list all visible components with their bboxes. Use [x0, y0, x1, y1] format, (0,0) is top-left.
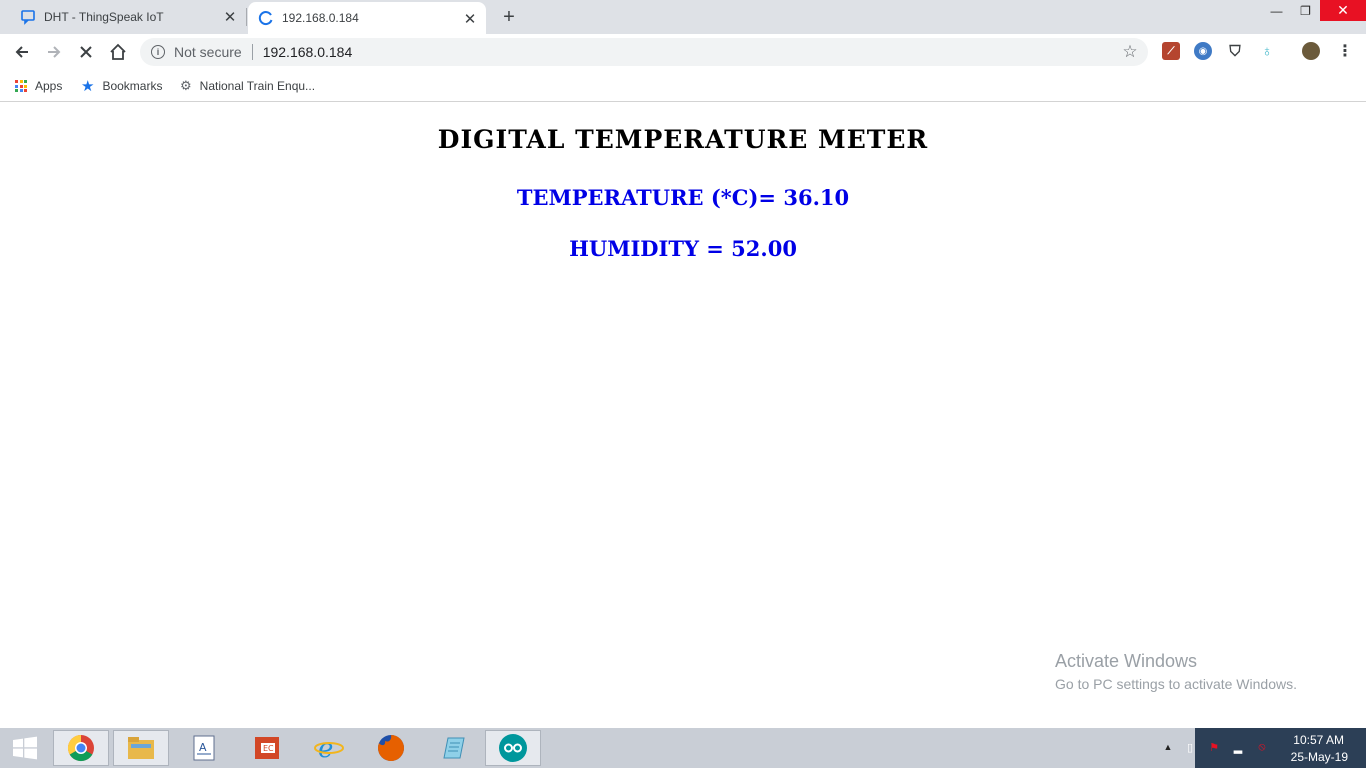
bookmark-national-train[interactable]: ⚙ National Train Enqu... — [180, 77, 315, 95]
toolbar: i Not secure 192.168.0.184 ☆ ⟋ ◉ ⛉ ♁ ⋮ — [0, 34, 1366, 70]
home-icon[interactable] — [107, 41, 129, 63]
lightbulb-icon[interactable]: ♁ — [1258, 42, 1276, 60]
page-title: Digital Temperature Meter — [437, 125, 929, 154]
system-tray: ▯ ⚑ ▂ ⦸ 10:57 AM 25-May-19 — [1187, 728, 1366, 768]
restore-icon[interactable]: ❐ — [1291, 0, 1320, 21]
close-window-icon[interactable]: ✕ — [1320, 0, 1366, 21]
temperature-reading: Temperature (*C)= 36.10 — [0, 185, 1366, 210]
menu-icon[interactable]: ⋮ — [1336, 42, 1354, 60]
loading-icon — [258, 10, 274, 26]
avatar[interactable] — [1302, 42, 1320, 60]
url-text[interactable]: 192.168.0.184 — [263, 44, 353, 60]
temperature-value: 36.10 — [783, 185, 850, 210]
tab-separator — [246, 8, 247, 26]
humidity-reading: Humidity = 52.00 — [0, 236, 1366, 261]
bookmark-label: Apps — [35, 79, 63, 93]
notepad-taskbar-icon[interactable] — [425, 730, 481, 766]
shield-icon[interactable]: ⛉ — [1226, 42, 1244, 60]
firefox-taskbar-icon[interactable] — [363, 730, 419, 766]
internet-explorer-taskbar-icon[interactable]: e — [301, 730, 357, 766]
bookmarks-bar: Apps ★ Bookmarks ⚙ National Train Enqu..… — [0, 70, 1366, 102]
svg-text:A: A — [199, 741, 207, 754]
star-icon[interactable]: ☆ — [1120, 42, 1140, 62]
chevron-up-icon[interactable]: ▲ — [1161, 740, 1175, 754]
taskbar: A EC e ▲ ▯ ⚑ ▂ ⦸ 10:57 AM 25-May-19 — [0, 728, 1366, 768]
temperature-label: Temperature (*C)= — [516, 185, 777, 210]
info-icon[interactable]: i — [151, 45, 165, 59]
clock-date[interactable]: 25-May-19 — [1291, 750, 1348, 764]
train-icon: ⚙ — [180, 78, 192, 93]
humidity-label: Humidity = — [569, 236, 724, 261]
signal-icon[interactable]: ▂ — [1231, 740, 1245, 754]
powerpoint-taskbar-icon[interactable]: EC — [239, 730, 295, 766]
star-icon: ★ — [81, 78, 95, 95]
pdf-extension-icon[interactable]: ⟋ — [1162, 42, 1180, 60]
windows-start-icon[interactable] — [0, 728, 50, 768]
tab-close-icon[interactable]: ✕ — [222, 9, 238, 26]
bookmark-apps[interactable]: Apps — [15, 77, 62, 95]
stop-icon[interactable] — [75, 41, 97, 63]
arduino-taskbar-icon[interactable] — [485, 730, 541, 766]
tab-close-icon[interactable]: ✕ — [462, 11, 478, 28]
file-explorer-taskbar-icon[interactable] — [113, 730, 169, 766]
new-tab-button[interactable]: + — [498, 6, 520, 28]
divider — [251, 44, 253, 60]
tab-dht-thingspeak[interactable]: DHT - ThingSpeak IoT ✕ — [10, 0, 246, 34]
battery-icon[interactable]: ▯ — [1183, 740, 1197, 754]
forward-icon[interactable] — [43, 41, 65, 63]
clock-time[interactable]: 10:57 AM — [1293, 733, 1344, 747]
flag-alert-icon[interactable]: ⚑ — [1207, 740, 1221, 754]
activate-windows-watermark: Activate Windows Go to PC settings to ac… — [1055, 651, 1297, 692]
window-controls: — ❐ ✕ — [1262, 0, 1366, 22]
extension-circle-icon[interactable]: ◉ — [1194, 42, 1212, 60]
address-bar[interactable]: i Not secure 192.168.0.184 ☆ — [140, 38, 1148, 66]
word-document-taskbar-icon[interactable]: A — [176, 730, 232, 766]
bookmark-bookmarks[interactable]: ★ Bookmarks — [81, 77, 162, 95]
svg-text:e: e — [318, 734, 333, 763]
bookmark-label: National Train Enqu... — [199, 79, 316, 93]
tab-strip: DHT - ThingSpeak IoT ✕ 192.168.0.184 ✕ +… — [0, 0, 1366, 34]
bookmark-label: Bookmarks — [102, 79, 163, 93]
security-label: Not secure — [174, 44, 242, 60]
chat-icon — [20, 9, 36, 25]
minimize-icon[interactable]: — — [1262, 0, 1291, 21]
apps-grid-icon — [15, 80, 27, 92]
svg-text:EC: EC — [263, 744, 274, 753]
back-icon[interactable] — [11, 41, 33, 63]
tab-local-server[interactable]: 192.168.0.184 ✕ — [248, 2, 486, 34]
tab-title: 192.168.0.184 — [282, 11, 359, 25]
chrome-taskbar-icon[interactable] — [53, 730, 109, 766]
humidity-value: 52.00 — [731, 236, 797, 261]
watermark-title: Activate Windows — [1055, 651, 1198, 671]
watermark-subtitle: Go to PC settings to activate Windows. — [1055, 676, 1297, 692]
tab-title: DHT - ThingSpeak IoT — [44, 10, 164, 24]
page-content: Digital Temperature Meter Temperature (*… — [0, 103, 1366, 728]
volume-muted-icon[interactable]: ⦸ — [1255, 740, 1269, 754]
